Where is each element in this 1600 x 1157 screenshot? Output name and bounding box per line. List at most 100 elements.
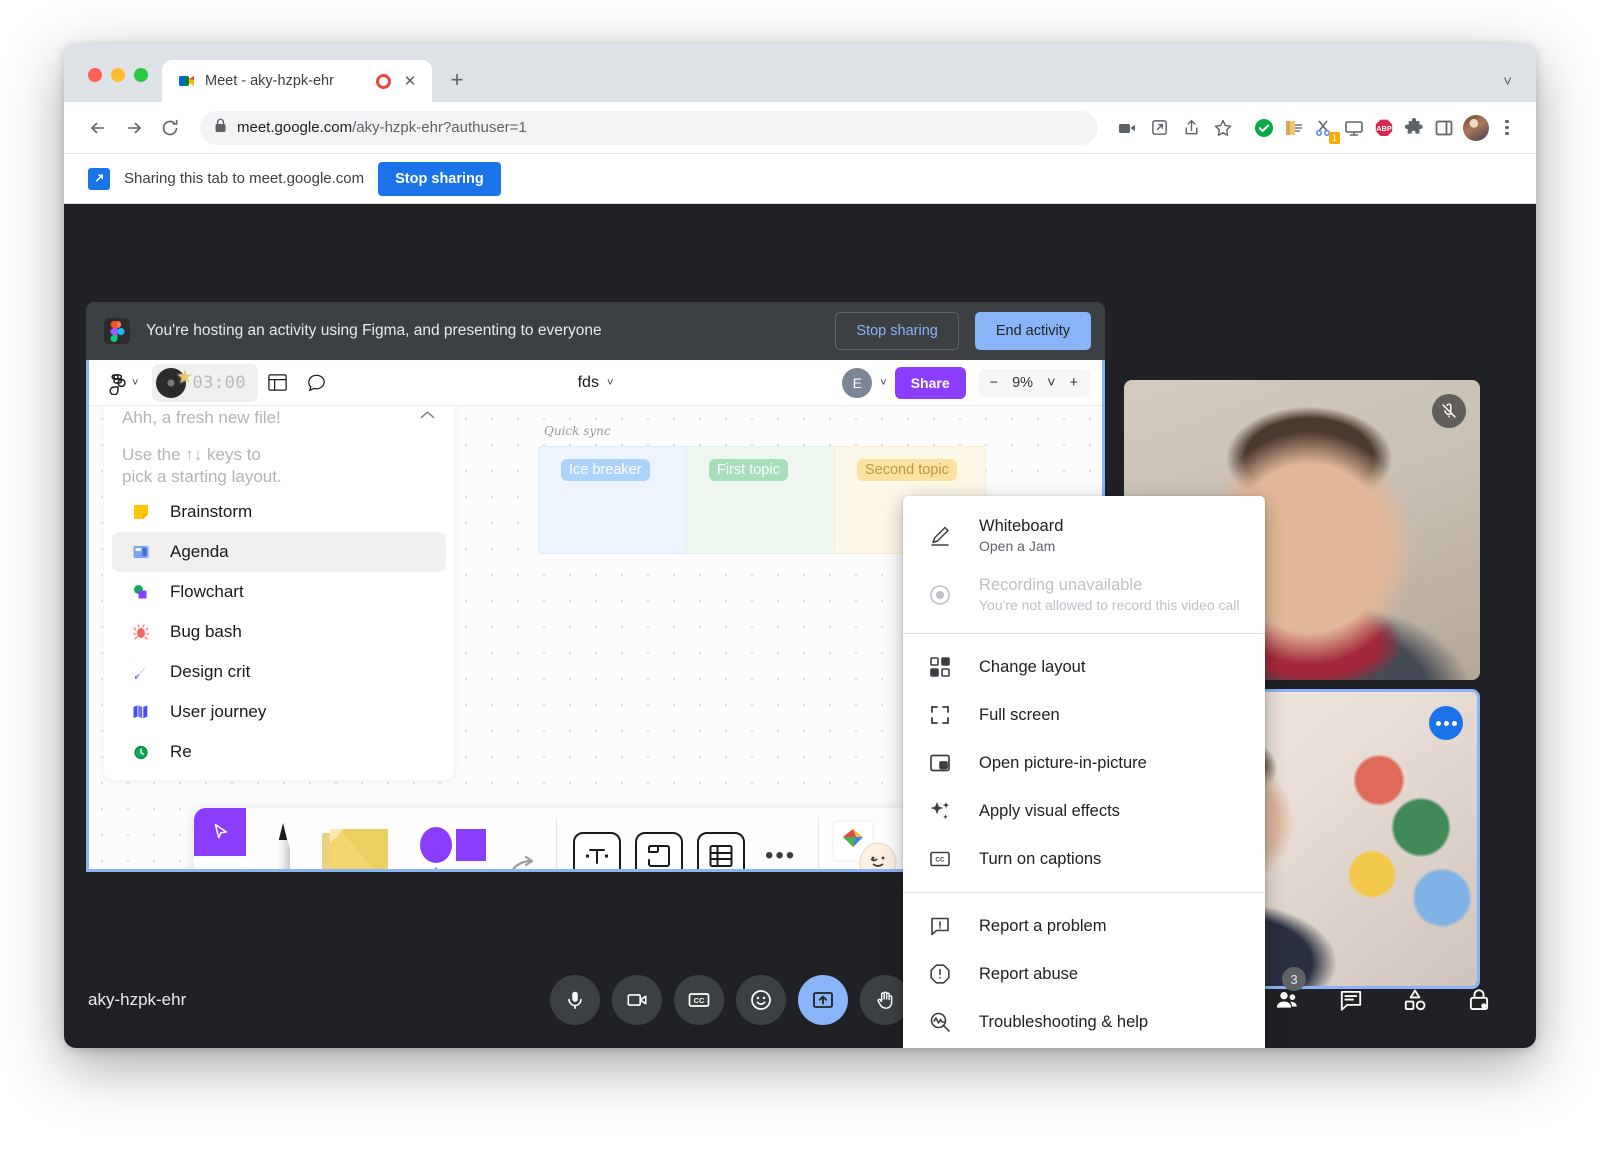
hand-pan-icon[interactable] bbox=[194, 856, 246, 872]
layout-grid-icon[interactable] bbox=[258, 366, 297, 400]
layout-option-label: Agenda bbox=[170, 542, 229, 562]
screencast-extension-icon[interactable] bbox=[1340, 114, 1368, 142]
menu-item-report-abuse[interactable]: Report abuse bbox=[903, 950, 1265, 998]
present-button[interactable] bbox=[798, 975, 848, 1025]
text-tool-icon[interactable] bbox=[573, 832, 621, 872]
participants-button[interactable]: 3 bbox=[1266, 979, 1308, 1021]
open-external-icon[interactable] bbox=[1144, 113, 1174, 143]
puzzle-extensions-icon[interactable] bbox=[1400, 114, 1428, 142]
scissors-clipper-extension-icon[interactable]: 1 bbox=[1310, 114, 1338, 142]
menu-item-troubleshooting-help[interactable]: Troubleshooting & help bbox=[903, 998, 1265, 1046]
activity-banner-text: You're hosting an activity using Figma, … bbox=[146, 322, 819, 340]
layout-option-label: Bug bash bbox=[170, 622, 242, 642]
lock-icon bbox=[214, 118, 227, 138]
menu-divider bbox=[903, 892, 1265, 893]
layout-option-bug-bash[interactable]: Bug bash bbox=[112, 612, 446, 652]
bookmark-star-icon[interactable] bbox=[1208, 113, 1238, 143]
figma-menu-button[interactable]: ˅ bbox=[101, 366, 146, 400]
layout-option-design-crit[interactable]: Design crit bbox=[112, 652, 446, 692]
reload-button[interactable] bbox=[154, 112, 186, 144]
table-tool-icon[interactable] bbox=[697, 832, 745, 872]
forward-button[interactable] bbox=[118, 112, 150, 144]
reactions-button[interactable] bbox=[736, 975, 786, 1025]
agenda-card[interactable]: Ice breaker bbox=[538, 446, 690, 554]
report-problem-icon bbox=[927, 913, 953, 939]
menu-item-settings[interactable]: Settings bbox=[903, 1046, 1265, 1048]
menu-item-turn-on-captions[interactable]: CC Turn on captions bbox=[903, 835, 1265, 883]
microphone-button[interactable] bbox=[550, 975, 600, 1025]
chevron-down-icon[interactable]: ˅ bbox=[1503, 73, 1512, 90]
meet-control-bar: aky-hzpk-ehr CC bbox=[64, 952, 1536, 1048]
more-options-icon[interactable] bbox=[1429, 706, 1463, 740]
menu-item-full-screen[interactable]: Full screen bbox=[903, 691, 1265, 739]
figma-timer[interactable]: ★ 03:00 bbox=[152, 364, 258, 402]
side-panel-icon[interactable] bbox=[1430, 114, 1458, 142]
svg-text:ABP: ABP bbox=[1376, 124, 1392, 133]
camera-button[interactable] bbox=[612, 975, 662, 1025]
smiley-face-sticker[interactable]: 5:00 bbox=[853, 839, 903, 873]
adblock-plus-extension-icon[interactable]: ABP bbox=[1370, 114, 1398, 142]
layout-option-flowchart[interactable]: Flowchart bbox=[112, 572, 446, 612]
video-camera-icon[interactable] bbox=[1112, 113, 1142, 143]
menu-item-visual-effects[interactable]: Apply visual effects bbox=[903, 787, 1265, 835]
address-bar[interactable]: meet.google.com/aky-hzpk-ehr?authuser=1 bbox=[200, 111, 1098, 145]
layout-option-brainstorm[interactable]: Brainstorm bbox=[112, 492, 446, 532]
pen-underline-icon bbox=[927, 523, 953, 549]
connector-arrow-icon[interactable] bbox=[502, 855, 542, 872]
menu-item-report-a-problem[interactable]: Report a problem bbox=[903, 902, 1265, 950]
board-label: Quick sync bbox=[544, 424, 611, 438]
close-window-button[interactable] bbox=[88, 68, 102, 82]
back-button[interactable] bbox=[82, 112, 114, 144]
more-tools-icon[interactable]: ••• bbox=[759, 842, 802, 870]
chevron-down-icon[interactable]: ˅ bbox=[1047, 375, 1055, 391]
figma-drawing-tools bbox=[246, 808, 556, 872]
troubleshoot-icon bbox=[927, 1009, 953, 1035]
minimize-window-button[interactable] bbox=[111, 68, 125, 82]
bookmark-manager-extension-icon[interactable] bbox=[1280, 114, 1308, 142]
chevron-down-icon[interactable]: ˅ bbox=[880, 377, 886, 389]
zoom-level: 9% bbox=[1012, 375, 1033, 391]
menu-item-label: Change layout bbox=[979, 658, 1085, 677]
cursor-select-icon[interactable] bbox=[194, 808, 246, 856]
fullscreen-icon bbox=[927, 702, 953, 728]
close-icon[interactable]: ✕ bbox=[400, 71, 420, 91]
end-activity-button[interactable]: End activity bbox=[975, 312, 1091, 350]
sticky-notes-icon[interactable] bbox=[312, 823, 400, 872]
section-tool-icon[interactable] bbox=[635, 832, 683, 872]
avatar[interactable]: E bbox=[842, 368, 872, 398]
agenda-card-chip: Second topic bbox=[857, 459, 957, 481]
figma-share-button[interactable]: Share bbox=[895, 367, 966, 399]
maximize-window-button[interactable] bbox=[134, 68, 148, 82]
profile-avatar[interactable] bbox=[1463, 115, 1489, 141]
chevron-up-icon[interactable] bbox=[419, 408, 436, 425]
zoom-out-button[interactable]: − bbox=[990, 375, 998, 391]
menu-item-whiteboard[interactable]: Whiteboard Open a Jam bbox=[903, 506, 1265, 565]
menu-item-picture-in-picture[interactable]: Open picture-in-picture bbox=[903, 739, 1265, 787]
stop-sharing-button[interactable]: Stop sharing bbox=[378, 162, 501, 196]
zoom-in-button[interactable]: + bbox=[1070, 375, 1078, 391]
activities-button[interactable] bbox=[1394, 979, 1436, 1021]
shapes-icon[interactable] bbox=[406, 825, 496, 872]
share-icon[interactable] bbox=[1176, 113, 1206, 143]
stop-sharing-activity-button[interactable]: Stop sharing bbox=[835, 312, 958, 350]
chrome-menu-icon[interactable] bbox=[1494, 115, 1520, 141]
layout-option-agenda[interactable]: Agenda bbox=[112, 532, 446, 572]
menu-item-change-layout[interactable]: Change layout bbox=[903, 643, 1265, 691]
marker-pen-icon[interactable] bbox=[260, 819, 306, 872]
recording-dot-icon[interactable] bbox=[376, 74, 391, 89]
comment-bubble-icon[interactable] bbox=[297, 366, 336, 400]
figma-file-name[interactable]: fds bbox=[578, 374, 599, 392]
layout-option-retro[interactable]: Re bbox=[112, 732, 446, 772]
green-check-extension-icon[interactable] bbox=[1250, 114, 1278, 142]
agenda-card[interactable]: First topic bbox=[686, 446, 838, 554]
chevron-down-icon[interactable]: ˅ bbox=[607, 377, 613, 389]
browser-tab[interactable]: Meet - aky-hzpk-ehr ✕ bbox=[162, 60, 432, 102]
host-controls-button[interactable] bbox=[1458, 979, 1500, 1021]
layout-option-label: Brainstorm bbox=[170, 502, 252, 522]
layout-option-user-journey[interactable]: User journey bbox=[112, 692, 446, 732]
new-tab-button[interactable]: + bbox=[442, 65, 472, 95]
chat-button[interactable] bbox=[1330, 979, 1372, 1021]
figma-toolbar-right: E ˅ Share − 9% ˅ + bbox=[842, 367, 1090, 399]
captions-button[interactable]: CC bbox=[674, 975, 724, 1025]
menu-divider bbox=[903, 633, 1265, 634]
